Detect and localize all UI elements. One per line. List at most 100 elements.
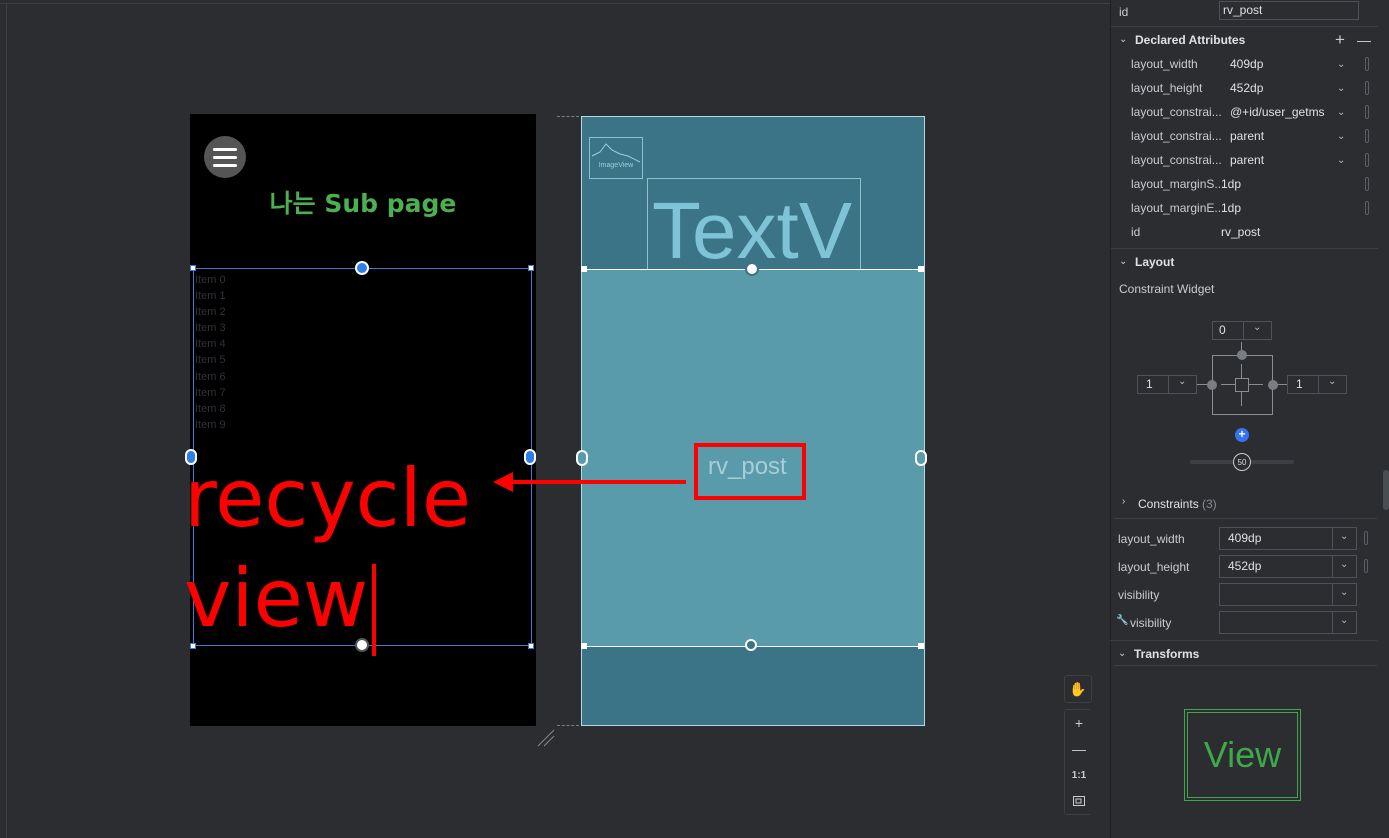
attribute-row[interactable]: layout_height 452dp ⌄ — [1111, 76, 1389, 100]
attribute-slot-icon[interactable] — [1364, 559, 1368, 573]
margin-right-input[interactable]: 1 ⌄ — [1287, 375, 1347, 394]
resize-handle-top-right[interactable] — [528, 265, 534, 271]
visibility-select[interactable]: ⌄ — [1219, 583, 1357, 606]
chevron-down-icon[interactable]: ⌄ — [1340, 615, 1348, 626]
id-label: id — [1119, 5, 1129, 19]
chevron-down-icon[interactable]: ⌄ — [1337, 59, 1345, 70]
constraint-anchor-right[interactable] — [524, 449, 536, 465]
attribute-key: id — [1131, 225, 1141, 239]
zoom-controls: + — 1:1 — [1064, 709, 1093, 815]
layout-width-row[interactable]: layout_width 409dp ⌄ — [1110, 527, 1389, 551]
constraints-section-header[interactable]: › Constraints (3) — [1110, 492, 1377, 516]
attribute-value[interactable]: 409dp — [1230, 57, 1263, 71]
visibility-label: visibility — [1118, 588, 1160, 602]
attribute-row[interactable]: id rv_post — [1111, 220, 1389, 244]
attribute-value[interactable]: @+id/user_getms — [1230, 105, 1325, 119]
chevron-down-icon[interactable]: ⌄ — [1337, 83, 1345, 94]
attribute-slot-icon[interactable] — [1365, 177, 1369, 191]
attribute-slot-icon[interactable] — [1365, 81, 1369, 95]
constraint-dot-right[interactable] — [1268, 380, 1278, 390]
bp-handle-bottom-left[interactable] — [581, 643, 587, 649]
add-attribute-icon[interactable]: + — [1335, 30, 1345, 50]
bp-anchor-left[interactable] — [576, 450, 588, 466]
attribute-row[interactable]: layout_marginE... 1dp — [1111, 196, 1389, 220]
chevron-down-icon[interactable]: ⌄ — [1337, 155, 1345, 166]
constraint-dot-top[interactable] — [1237, 350, 1247, 360]
bp-anchor-right[interactable] — [915, 450, 927, 466]
bp-handle-bottom-right[interactable] — [918, 643, 924, 649]
attribute-value[interactable]: 1dp — [1221, 201, 1241, 215]
blueprint-preview[interactable]: ImageView TextV rv_post — [576, 116, 927, 726]
chevron-down-icon[interactable]: ⌄ — [1337, 107, 1345, 118]
pan-hand-icon[interactable]: ✋ — [1064, 675, 1092, 703]
chevron-down-icon[interactable]: ⌄ — [1337, 131, 1345, 142]
bp-anchor-bottom[interactable] — [745, 639, 757, 651]
design-preview[interactable]: 나는 Sub page Item 0 Item 1 Item 2 Item 3 … — [184, 114, 536, 726]
layout-section-header[interactable]: ⌄ Layout — [1111, 248, 1378, 274]
chevron-down-icon[interactable]: ⌄ — [1340, 587, 1348, 598]
attribute-row[interactable]: layout_constrai... parent ⌄ — [1111, 148, 1389, 172]
layout-height-row[interactable]: layout_height 452dp ⌄ — [1110, 555, 1389, 579]
design-canvas[interactable]: 나는 Sub page Item 0 Item 1 Item 2 Item 3 … — [0, 0, 1110, 838]
chevron-down-icon[interactable]: ⌄ — [1340, 559, 1348, 570]
transforms-section-header[interactable]: ⌄ Transforms — [1110, 640, 1377, 666]
declared-attributes-header[interactable]: ⌄ Declared Attributes + — — [1111, 26, 1378, 52]
attribute-value[interactable]: 452dp — [1230, 81, 1263, 95]
list-item: Item 5 — [195, 354, 226, 367]
attribute-slot-icon[interactable] — [1365, 201, 1369, 215]
attribute-slot-icon[interactable] — [1365, 129, 1369, 143]
attribute-value[interactable]: rv_post — [1221, 225, 1260, 239]
blueprint-textview[interactable]: TextV — [647, 178, 861, 270]
visibility-row[interactable]: visibility ⌄ — [1110, 583, 1389, 607]
bp-handle-top-left[interactable] — [581, 266, 587, 272]
blueprint-imageview[interactable]: ImageView — [589, 137, 643, 179]
device-edge-guide — [557, 725, 579, 726]
attribute-slot-icon[interactable] — [1364, 531, 1368, 545]
bias-slider-knob[interactable]: 50 — [1233, 453, 1251, 471]
panel-scrollbar[interactable] — [1383, 470, 1389, 510]
resize-handle-top-left[interactable] — [190, 265, 196, 271]
transform-view-preview[interactable]: View — [1184, 709, 1301, 801]
constraints-label: Constraints — [1138, 497, 1199, 511]
zoom-fit-icon[interactable] — [1065, 788, 1093, 814]
attribute-slot-icon[interactable] — [1365, 57, 1369, 71]
margin-left-input[interactable]: 1 ⌄ — [1137, 375, 1197, 394]
divider — [1114, 665, 1377, 666]
constraint-anchor-top[interactable] — [355, 261, 369, 275]
constraint-widget-label: Constraint Widget — [1119, 282, 1215, 296]
attribute-value[interactable]: parent — [1230, 129, 1264, 143]
margin-top-value: 0 — [1219, 323, 1226, 337]
margin-top-input[interactable]: 0 ⌄ — [1212, 321, 1272, 340]
zoom-in-icon[interactable]: + — [1065, 710, 1093, 736]
layout-height-input[interactable]: 452dp ⌄ — [1219, 555, 1357, 578]
chevron-down-icon[interactable]: ⌄ — [1253, 322, 1261, 333]
bp-handle-top-right[interactable] — [918, 266, 924, 272]
chevron-down-icon[interactable]: ⌄ — [1340, 531, 1348, 542]
chevron-down-icon[interactable]: ⌄ — [1178, 376, 1186, 387]
attribute-row[interactable]: layout_marginS... 1dp — [1111, 172, 1389, 196]
tools-visibility-row[interactable]: 🔧 visibility ⌄ — [1110, 611, 1389, 635]
remove-attribute-icon[interactable]: — — [1357, 32, 1371, 48]
attribute-row[interactable]: layout_constrai... parent ⌄ — [1111, 124, 1389, 148]
attribute-value[interactable]: parent — [1230, 153, 1264, 167]
attribute-value[interactable]: 1dp — [1221, 177, 1241, 191]
page-title[interactable]: 나는 Sub page — [190, 184, 536, 220]
device-resize-icon[interactable] — [536, 728, 556, 748]
list-item: Item 2 — [195, 306, 226, 319]
bp-anchor-top[interactable] — [745, 262, 759, 276]
layout-width-input[interactable]: 409dp ⌄ — [1219, 527, 1357, 550]
attribute-row[interactable]: layout_constrai... @+id/user_getms ⌄ — [1111, 100, 1389, 124]
attribute-slot-icon[interactable] — [1365, 153, 1369, 167]
zoom-out-icon[interactable]: — — [1065, 736, 1093, 762]
attribute-row[interactable]: layout_width 409dp ⌄ — [1111, 52, 1389, 76]
tools-visibility-select[interactable]: ⌄ — [1219, 611, 1357, 634]
attribute-slot-icon[interactable] — [1365, 105, 1369, 119]
zoom-actual-size-button[interactable]: 1:1 — [1065, 762, 1093, 788]
chevron-down-icon[interactable]: ⌄ — [1328, 376, 1336, 387]
add-constraint-bottom-icon[interactable]: + — [1235, 428, 1249, 442]
constraint-dot-left[interactable] — [1207, 380, 1217, 390]
hamburger-menu-icon[interactable] — [204, 136, 246, 178]
layout-title: Layout — [1135, 254, 1175, 269]
id-input[interactable]: rv_post — [1219, 1, 1359, 20]
resize-handle-bottom-right[interactable] — [528, 643, 534, 649]
